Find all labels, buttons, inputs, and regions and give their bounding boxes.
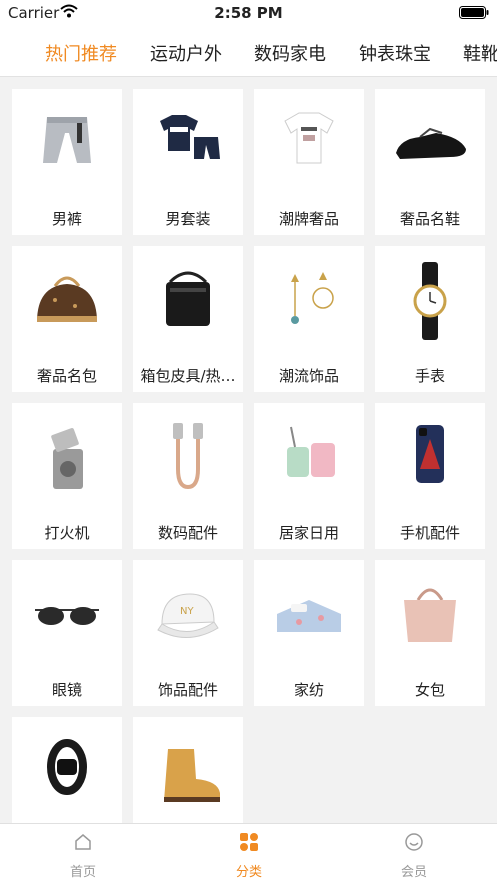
fitness-band-icon	[47, 739, 87, 795]
category-item[interactable]: 男套装	[133, 89, 243, 235]
lighter-icon	[51, 428, 83, 489]
category-item[interactable]: 手表	[375, 246, 485, 392]
category-item[interactable]: 家纺	[254, 560, 364, 706]
svg-text:NY: NY	[180, 606, 194, 617]
category-item[interactable]: 奢品名鞋	[375, 89, 485, 235]
tab-hot-recommend[interactable]: 热门推荐	[45, 40, 117, 66]
status-bar: Carrier 2:58 PM	[0, 0, 497, 26]
pants-icon	[43, 117, 91, 163]
category-item[interactable]: 眼镜	[12, 560, 122, 706]
category-item[interactable]: 潮牌奢品	[254, 89, 364, 235]
phone-case-icon	[416, 425, 444, 483]
sunglasses-icon	[35, 607, 99, 625]
work-boot-icon	[164, 749, 220, 802]
category-grid: 男裤 男套装 潮牌奢品 奢品名鞋 奢品名包 箱包皮具/热… 潮流饰品 手表 打火…	[0, 77, 497, 823]
status-time: 2:58 PM	[214, 4, 283, 22]
tab-category[interactable]: 分类	[166, 824, 332, 884]
tab-member[interactable]: 会员	[331, 824, 497, 884]
pink-tote-bag-icon	[404, 588, 456, 642]
category-item[interactable]	[12, 717, 122, 823]
category-item[interactable]: 手机配件	[375, 403, 485, 549]
tab-digital-appliances[interactable]: 数码家电	[254, 40, 326, 66]
home-icon	[75, 834, 91, 850]
battery-icon	[459, 6, 489, 19]
tab-watch-jewelry[interactable]: 钟表珠宝	[359, 40, 431, 66]
baseball-cap-icon: NY	[157, 593, 219, 639]
earrings-icon	[291, 272, 334, 324]
category-tab-bar: 热门推荐 运动户外 数码家电 钟表珠宝 鞋靴	[0, 26, 497, 77]
bedding-icon	[277, 600, 341, 632]
smile-icon	[405, 833, 423, 851]
category-item[interactable]: 箱包皮具/热…	[133, 246, 243, 392]
tab-home[interactable]: 首页	[0, 824, 166, 884]
category-item[interactable]	[133, 717, 243, 823]
category-item[interactable]: NY 饰品配件	[133, 560, 243, 706]
white-tshirt-icon	[284, 112, 334, 164]
luxury-handbag-icon	[37, 276, 97, 322]
bottom-tab-bar: 首页 分类 会员	[0, 823, 497, 884]
category-item[interactable]: 奢品名包	[12, 246, 122, 392]
usb-cable-icon	[173, 423, 203, 490]
shoulder-bag-icon	[166, 271, 210, 326]
wristwatch-icon	[413, 262, 447, 340]
tshirt-shorts-set-icon	[160, 115, 220, 159]
category-item[interactable]: 潮流饰品	[254, 246, 364, 392]
tab-sports-outdoor[interactable]: 运动户外	[150, 40, 222, 66]
category-item[interactable]: 男裤	[12, 89, 122, 235]
leather-shoe-icon	[396, 127, 466, 159]
category-item[interactable]: 打火机	[12, 403, 122, 549]
tab-shoes-boots[interactable]: 鞋靴	[463, 40, 497, 66]
category-item[interactable]: 居家日用	[254, 403, 364, 549]
category-item[interactable]: 女包	[375, 560, 485, 706]
category-grid-icon	[240, 833, 258, 851]
toothbrush-cup-icon	[287, 426, 335, 477]
category-item[interactable]: 数码配件	[133, 403, 243, 549]
